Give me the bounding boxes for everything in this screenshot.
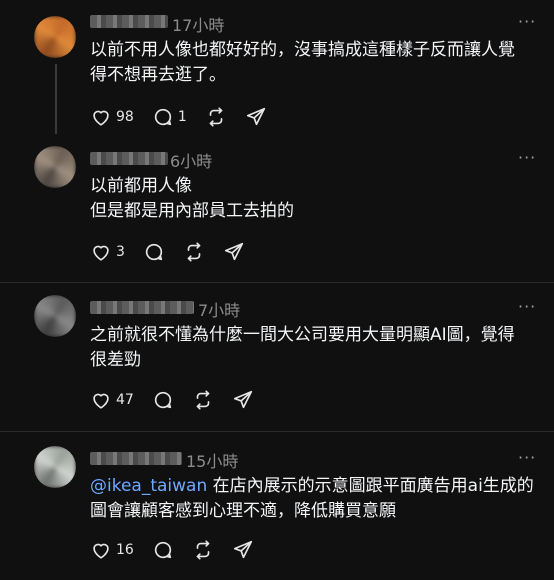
post-time: 17小時 <box>172 16 225 35</box>
repost-button[interactable] <box>192 539 214 561</box>
like-button[interactable]: 16 <box>90 539 134 561</box>
post-text: @ikea_taiwan 在店內展示的示意圖跟平面廣告用ai生成的 圖會讓顧客感… <box>90 474 550 524</box>
post-text: 以前不用人像也都好好的，沒事搞成這種樣子反而讓人覺 得不想再去逛了。 <box>90 40 515 85</box>
repost-icon <box>209 107 223 127</box>
comment-icon <box>154 391 171 409</box>
username-blurred[interactable] <box>90 15 168 28</box>
send-icon <box>233 540 252 559</box>
post-text: 之前就很不懂為什麼一間大公司要用大量明顯AI圖，覺得 很差勁 <box>90 325 515 370</box>
like-button[interactable]: 98 <box>90 106 134 128</box>
post: 17小時 ··· 以前不用人像也都好好的，沒事搞成這種樣子反而讓人覺 得不想再去… <box>0 0 554 140</box>
more-options-icon[interactable]: ··· <box>518 148 536 167</box>
more-options-icon[interactable]: ··· <box>518 297 536 316</box>
post-time: 15小時 <box>186 452 239 471</box>
reply-button[interactable] <box>152 539 174 561</box>
comment-icon <box>154 108 171 126</box>
send-icon <box>224 242 243 261</box>
mention-link[interactable]: @ikea_taiwan <box>90 476 207 496</box>
repost-button[interactable] <box>183 241 205 263</box>
thread-line <box>55 64 57 134</box>
more-options-icon[interactable]: ··· <box>518 448 536 467</box>
share-button[interactable] <box>232 389 254 411</box>
reply-button[interactable]: 1 <box>152 106 187 128</box>
like-count: 16 <box>116 542 134 558</box>
heart-icon <box>93 543 109 559</box>
repost-icon <box>196 390 210 410</box>
like-count: 3 <box>116 244 125 260</box>
reply-button[interactable] <box>143 241 165 263</box>
action-bar: 3 <box>90 240 263 264</box>
reply-button[interactable] <box>152 389 174 411</box>
like-button[interactable]: 47 <box>90 389 134 411</box>
share-button[interactable] <box>232 539 254 561</box>
post-time: 6小時 <box>170 152 213 171</box>
comment-icon <box>145 243 163 261</box>
username-blurred[interactable] <box>90 152 168 165</box>
post-text: 以前都用人像 但是都是用內部員工去拍的 <box>90 176 294 221</box>
repost-button[interactable] <box>205 106 227 128</box>
send-icon <box>233 390 252 409</box>
heart-icon <box>93 393 109 409</box>
repost-icon <box>196 540 210 560</box>
like-count: 98 <box>116 109 134 125</box>
avatar[interactable] <box>34 16 76 58</box>
comment-icon <box>154 541 171 559</box>
action-bar: 16 <box>90 538 272 562</box>
username-blurred[interactable] <box>90 301 194 314</box>
heart-icon <box>93 110 109 126</box>
like-button[interactable]: 3 <box>90 241 125 263</box>
action-bar: 98 1 <box>90 105 285 129</box>
post: 15小時 ··· @ikea_taiwan 在店內展示的示意圖跟平面廣告用ai生… <box>0 432 554 580</box>
avatar[interactable] <box>34 446 76 488</box>
send-icon <box>246 107 265 126</box>
post-time: 7小時 <box>198 301 241 320</box>
reply-count: 1 <box>177 109 187 125</box>
repost-button[interactable] <box>192 389 214 411</box>
heart-icon <box>93 245 109 261</box>
share-button[interactable] <box>245 106 267 128</box>
action-bar: 47 <box>90 388 272 412</box>
more-options-icon[interactable]: ··· <box>518 12 536 31</box>
avatar[interactable] <box>34 146 76 188</box>
username-blurred[interactable] <box>90 452 182 465</box>
repost-icon <box>187 242 201 262</box>
avatar[interactable] <box>34 295 76 337</box>
share-button[interactable] <box>223 241 245 263</box>
like-count: 47 <box>116 392 134 408</box>
post: 6小時 ··· 以前都用人像 但是都是用內部員工去拍的 3 <box>0 140 554 280</box>
post: 7小時 ··· 之前就很不懂為什麼一間大公司要用大量明顯AI圖，覺得 很差勁 4… <box>0 283 554 431</box>
